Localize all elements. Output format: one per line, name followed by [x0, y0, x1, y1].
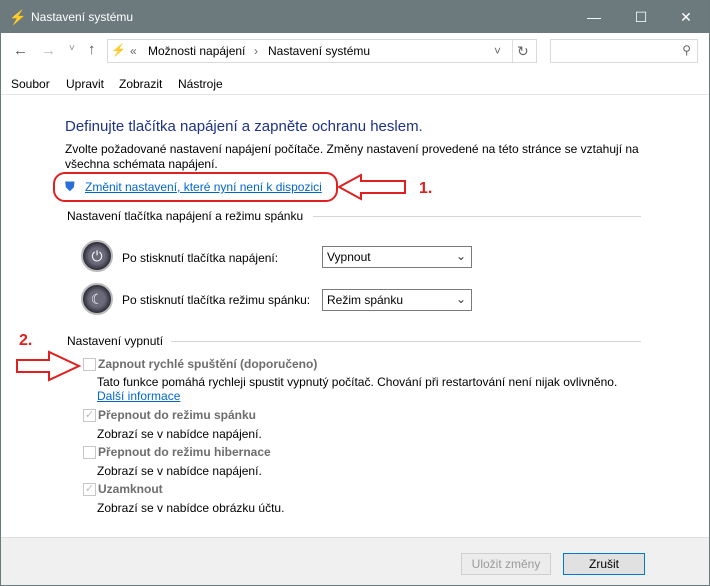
sleep-button-action-select[interactable]: Režim spánku ⌄ [322, 289, 472, 311]
recent-locations-button[interactable]: ˅ [69, 43, 75, 54]
sleep-label[interactable]: Přepnout do režimu spánku [98, 408, 256, 422]
breadcrumb-power-options[interactable]: Možnosti napájení [148, 44, 245, 58]
divider [512, 40, 513, 62]
divider [171, 341, 641, 342]
hibernate-checkbox[interactable] [83, 446, 96, 459]
section-power-buttons: Nastavení tlačítka napájení a režimu spá… [67, 209, 304, 223]
close-button[interactable]: ✕ [663, 1, 709, 33]
sleep-description: Zobrazí se v nabídce napájení. [97, 427, 262, 441]
title-bar: ⚡ Nastavení systému — ☐ ✕ [1, 1, 709, 33]
annotation-highlight [53, 172, 338, 202]
sleep-checkbox[interactable]: ✓ [83, 409, 96, 422]
section-shutdown-settings: Nastavení vypnutí [67, 334, 164, 348]
menu-bar: Soubor Upravit Zobrazit Nástroje [1, 73, 709, 95]
hibernate-label[interactable]: Přepnout do režimu hibernace [98, 445, 271, 459]
breadcrumb-system-settings[interactable]: Nastavení systému [268, 44, 370, 58]
window-title: Nastavení systému [31, 10, 134, 24]
power-button-action-value: Vypnout [327, 250, 371, 264]
breadcrumb-separator[interactable]: › [254, 44, 258, 58]
forward-button[interactable]: → [41, 42, 56, 59]
search-icon: ⚲ [682, 43, 691, 57]
main-content: Definujte tlačítka napájení a zapněte oc… [1, 96, 709, 536]
fast-startup-description: Tato funkce pomáhá rychleji spustit vypn… [97, 375, 618, 389]
hibernate-description: Zobrazí se v nabídce napájení. [97, 464, 262, 478]
sleep-button-action-value: Režim spánku [327, 293, 404, 307]
menu-zobrazit[interactable]: Zobrazit [119, 77, 162, 91]
chevron-down-icon: ⌄ [455, 249, 466, 263]
breadcrumb-overflow[interactable]: « [130, 44, 137, 58]
minimize-button[interactable]: — [571, 1, 617, 33]
power-button-action-select[interactable]: Vypnout ⌄ [322, 246, 472, 268]
power-button-icon: ⏻ [81, 240, 113, 272]
sleep-button-icon: ☾ [81, 283, 113, 315]
chevron-down-icon: ⌄ [455, 292, 466, 306]
refresh-button[interactable]: ↻ [517, 43, 529, 60]
annotation-2: 2. [19, 332, 33, 349]
footer: Uložit změny Zrušit [1, 537, 709, 585]
save-changes-button[interactable]: Uložit změny [461, 553, 551, 575]
divider [313, 216, 641, 217]
annotation-arrow-2-icon [16, 350, 82, 382]
page-description: Zvolte požadované nastavení napájení poč… [65, 142, 639, 171]
search-input[interactable]: ⚲ [550, 39, 698, 63]
menu-soubor[interactable]: Soubor [11, 77, 50, 91]
lock-description: Zobrazí se v nabídce obrázku účtu. [97, 501, 285, 515]
menu-upravit[interactable]: Upravit [66, 77, 104, 91]
menu-nastroje[interactable]: Nástroje [178, 77, 223, 91]
up-button[interactable]: ↑ [88, 41, 96, 58]
navigation-bar: ← → ˅ ↑ ⚡ « Možnosti napájení › Nastaven… [1, 33, 709, 71]
lock-checkbox[interactable]: ✓ [83, 483, 96, 496]
cancel-button[interactable]: Zrušit [563, 553, 645, 575]
power-options-icon: ⚡ [9, 9, 27, 25]
lock-label[interactable]: Uzamknout [98, 482, 163, 496]
power-button-label: Po stisknutí tlačítka napájení: [122, 251, 279, 265]
power-options-icon: ⚡ [111, 43, 126, 57]
more-info-link[interactable]: Další informace [97, 389, 180, 403]
address-bar[interactable]: ⚡ « Možnosti napájení › Nastavení systém… [107, 39, 537, 63]
back-button[interactable]: ← [13, 42, 28, 59]
sleep-button-label: Po stisknutí tlačítka režimu spánku: [122, 293, 311, 307]
fast-startup-checkbox[interactable] [83, 358, 96, 371]
fast-startup-label[interactable]: Zapnout rychlé spuštění (doporučeno) [98, 357, 317, 371]
annotation-arrow-1-icon [337, 173, 406, 201]
maximize-button[interactable]: ☐ [618, 1, 664, 33]
address-dropdown-button[interactable]: ˅ [494, 44, 501, 58]
page-title: Definujte tlačítka napájení a zapněte oc… [65, 118, 423, 135]
annotation-1: 1. [419, 180, 433, 197]
